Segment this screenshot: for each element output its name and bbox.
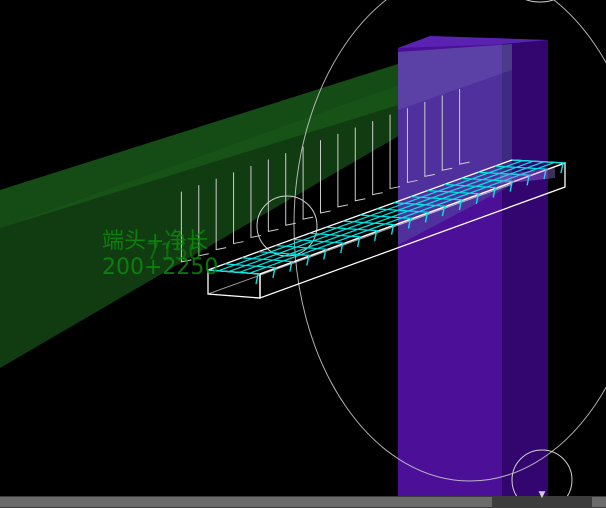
scrollbar-thumb[interactable] [0,497,492,507]
rebar-hook [255,273,259,285]
chevron-down-icon[interactable]: ▼ [536,491,548,500]
model-scene[interactable] [0,0,606,496]
purple-column[interactable] [398,36,548,496]
3d-viewport[interactable]: 端头+净长 200+2250 7150 [0,0,606,496]
horizontal-scrollbar[interactable] [0,496,606,508]
scrollbar-right-button[interactable] [592,497,606,507]
